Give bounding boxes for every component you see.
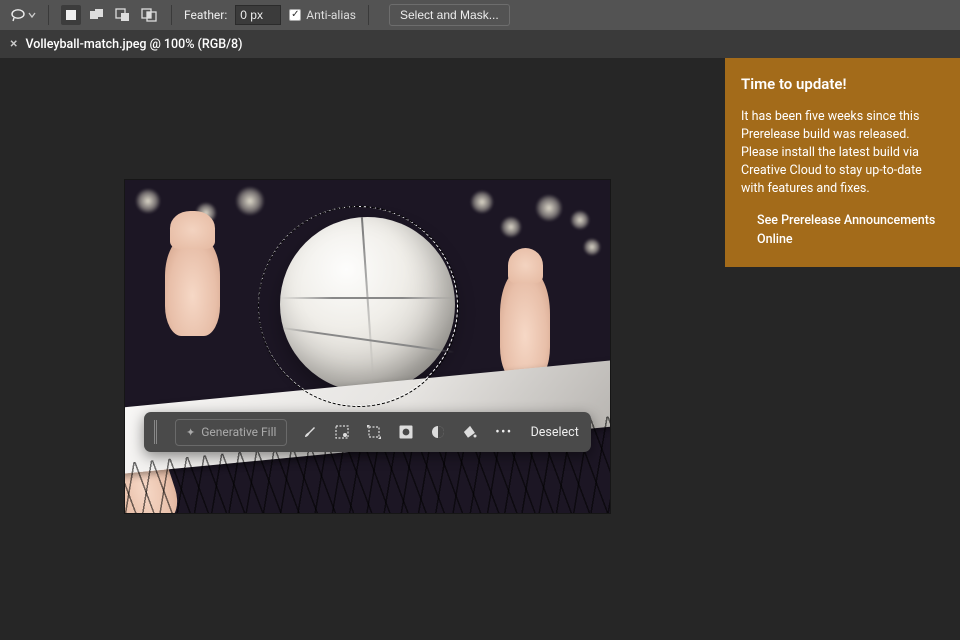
new-selection-icon[interactable] bbox=[61, 5, 81, 25]
mask-icon[interactable] bbox=[397, 423, 415, 441]
invert-icon[interactable] bbox=[429, 423, 447, 441]
anti-alias-label: Anti-alias bbox=[306, 8, 356, 22]
modify-selection-icon[interactable] bbox=[333, 423, 351, 441]
transform-selection-icon[interactable] bbox=[365, 423, 383, 441]
drag-handle-icon[interactable] bbox=[154, 420, 157, 444]
volleyball bbox=[280, 217, 455, 392]
deselect-button[interactable]: Deselect bbox=[529, 425, 581, 440]
notification-link[interactable]: See Prerelease Announcements Online bbox=[741, 212, 944, 248]
feather-label: Feather: bbox=[184, 8, 227, 22]
divider bbox=[368, 5, 369, 25]
subtract-from-selection-icon[interactable] bbox=[113, 5, 133, 25]
document-tab[interactable]: × Volleyball-match.jpeg @ 100% (RGB/8) bbox=[0, 30, 253, 58]
close-tab-icon[interactable]: × bbox=[10, 36, 17, 52]
divider bbox=[48, 5, 49, 25]
sparkle-icon: ✦ bbox=[186, 426, 195, 439]
workspace: ✦ Generative Fill ••• Deselect Time to u… bbox=[0, 58, 960, 640]
contextual-task-bar[interactable]: ✦ Generative Fill ••• Deselect bbox=[144, 412, 591, 452]
fill-icon[interactable] bbox=[461, 423, 479, 441]
brush-icon[interactable] bbox=[301, 423, 319, 441]
more-options-icon[interactable]: ••• bbox=[493, 425, 514, 440]
generative-fill-button[interactable]: ✦ Generative Fill bbox=[175, 419, 287, 446]
lasso-tool-dropdown[interactable] bbox=[10, 4, 36, 26]
notification-body: It has been five weeks since this Prerel… bbox=[741, 108, 944, 199]
add-to-selection-icon[interactable] bbox=[87, 5, 107, 25]
options-bar: Feather: ✓ Anti-alias Select and Mask... bbox=[0, 0, 960, 30]
update-notification: Time to update! It has been five weeks s… bbox=[725, 58, 960, 267]
selection-mode-group bbox=[61, 5, 159, 25]
divider bbox=[171, 5, 172, 25]
document-title: Volleyball-match.jpeg @ 100% (RGB/8) bbox=[25, 37, 242, 52]
document-tab-bar: × Volleyball-match.jpeg @ 100% (RGB/8) bbox=[0, 30, 960, 58]
left-hand bbox=[165, 236, 220, 336]
notification-title: Time to update! bbox=[741, 74, 944, 96]
right-hand bbox=[500, 270, 550, 380]
anti-alias-checkbox[interactable]: ✓ bbox=[289, 9, 301, 21]
intersect-selection-icon[interactable] bbox=[139, 5, 159, 25]
select-and-mask-button[interactable]: Select and Mask... bbox=[389, 4, 510, 26]
document-canvas[interactable] bbox=[125, 180, 610, 513]
feather-input[interactable] bbox=[235, 5, 281, 25]
